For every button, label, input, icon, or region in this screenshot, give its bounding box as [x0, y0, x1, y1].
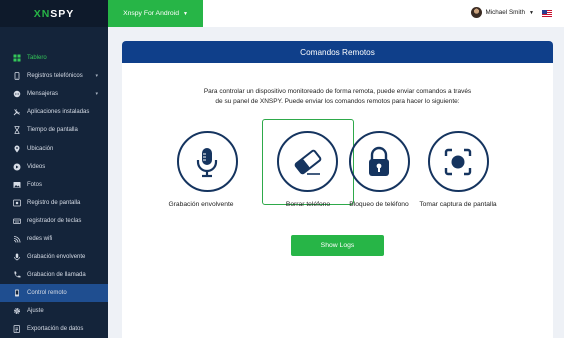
message-icon	[13, 90, 21, 98]
user-menu[interactable]: Michael Smith ▼	[470, 7, 534, 18]
sidebar-item-label: Videos	[27, 163, 46, 170]
user-name: Michael Smith	[485, 9, 526, 16]
sidebar-item-label: Fotos	[27, 181, 43, 188]
command-label: Grabación envolvente	[168, 201, 234, 208]
chevron-down-icon: ▼	[529, 9, 534, 16]
eraser-icon	[294, 149, 321, 175]
device-selector[interactable]: Xnspy For Android ▼	[108, 0, 203, 27]
brand-prefix: XN	[33, 7, 51, 20]
remote-commands-card: Comandos Remotos Para controlar un dispo…	[122, 41, 553, 338]
sidebar-item-label: redes wifi	[27, 235, 53, 242]
sidebar-item-label: registrador de teclas	[27, 217, 82, 224]
sidebar-item-tablero[interactable]: Tablero	[0, 49, 108, 67]
sidebar-item-label: Control remoto	[27, 290, 67, 297]
sidebar-item-label: Aplicaciones instaladas	[27, 109, 90, 116]
lock-icon	[369, 146, 389, 176]
page-title: Comandos Remotos	[300, 47, 375, 57]
sidebar-nav: Tablero Registros telefónicos ▾ Mensajeras ▾…	[0, 27, 108, 338]
command-ring	[348, 131, 410, 192]
sidebar-item-label: Mensajeras	[27, 91, 59, 98]
sidebar-item-label: Registro de pantalla	[27, 199, 81, 206]
sidebar-item-redes-wifi[interactable]: redes wifi	[0, 230, 108, 248]
intro-line-1: Para controlar un dispositivo monitoread…	[203, 88, 472, 95]
sidebar-item-label: Grabacion de llamada	[27, 272, 86, 279]
command-ring	[277, 131, 338, 192]
chevron-down-icon: ▼	[182, 10, 188, 17]
sidebar-item-mensajeras[interactable]: Mensajeras ▾	[0, 85, 108, 103]
sidebar: Tablero Registros telefónicos ▾ Mensajeras ▾…	[0, 27, 108, 338]
sidebar-item-label: Tiempo de pantalla	[27, 127, 78, 134]
device-selector-label: Xnspy For Android	[123, 10, 179, 17]
brand-suffix: SPY	[50, 7, 75, 20]
command-ambient-recording[interactable]	[161, 119, 253, 205]
microphone-icon	[196, 147, 218, 177]
command-ring	[176, 131, 238, 192]
brand-logo[interactable]: XN SPY	[0, 0, 108, 27]
intro-line-2: de su panel de XNSPY. Puede enviar los c…	[215, 97, 460, 105]
sidebar-item-control-remoto[interactable]: Control remoto	[0, 284, 108, 303]
card-header: Comandos Remotos	[122, 41, 553, 63]
command-screenshot[interactable]	[412, 119, 504, 205]
screenshot-icon	[444, 148, 472, 175]
top-bar: XN SPY Xnspy For Android ▼ Michael Smith …	[0, 0, 564, 27]
location-icon	[13, 145, 21, 153]
apps-icon	[13, 108, 21, 116]
sidebar-item-registrador-de-teclas[interactable]: registrador de teclas	[0, 212, 108, 230]
sidebar-item-exportacion-de-datos[interactable]: Exportación de datos	[0, 320, 108, 338]
sidebar-item-label: Ubicación	[27, 145, 54, 152]
chevron-down-icon: ▾	[95, 73, 98, 80]
sidebar-item-tiempo-de-pantalla[interactable]: Tiempo de pantalla	[0, 121, 108, 139]
command-ring	[427, 131, 489, 192]
screen-record-icon	[13, 199, 21, 207]
photo-icon	[13, 181, 21, 189]
sidebar-item-fotos[interactable]: Fotos	[0, 176, 108, 194]
sidebar-item-grabacion-de-llamada[interactable]: Grabacion de llamada	[0, 266, 108, 284]
sidebar-item-label: Tablero	[27, 55, 47, 62]
microphone-icon	[13, 253, 21, 261]
sidebar-item-registro-de-pantalla[interactable]: Registro de pantalla	[0, 194, 108, 212]
sidebar-item-aplicaciones-instaladas[interactable]: Aplicaciones instaladas	[0, 103, 108, 121]
export-icon	[13, 325, 21, 334]
sidebar-item-registros-telefonicos[interactable]: Registros telefónicos ▾	[0, 67, 108, 85]
hourglass-icon	[13, 126, 21, 135]
command-label: Tomar captura de pantalla	[419, 201, 497, 208]
sidebar-item-ubicacion[interactable]: Ubicación	[0, 139, 108, 157]
remote-control-icon	[13, 289, 21, 297]
sidebar-item-label: Exportación de datos	[27, 326, 84, 333]
intro-text: Para controlar un dispositivo monitoread…	[162, 87, 513, 106]
sidebar-item-grabacion-envolvente[interactable]: Grabación envolvente	[0, 248, 108, 266]
chevron-down-icon: ▾	[95, 91, 98, 98]
sidebar-item-label: Ajuste	[27, 308, 44, 315]
sidebar-item-ajuste[interactable]: Ajuste	[0, 302, 108, 320]
keyboard-icon	[13, 217, 21, 225]
command-label: Borrar teléfono	[285, 201, 331, 208]
sidebar-item-label: Registros telefónicos	[27, 73, 83, 80]
phone-icon	[13, 72, 21, 81]
wifi-icon	[13, 235, 21, 243]
us-flag-icon[interactable]	[542, 10, 552, 17]
show-logs-button[interactable]: Show Logs	[291, 235, 384, 256]
video-icon	[13, 163, 21, 171]
sidebar-item-videos[interactable]: Videos	[0, 158, 108, 176]
dashboard-icon	[13, 54, 21, 62]
sidebar-item-label: Grabación envolvente	[27, 254, 86, 261]
command-label: Bloqueo de teléfono	[349, 201, 409, 208]
avatar	[470, 7, 482, 18]
call-record-icon	[13, 271, 21, 279]
gear-icon	[13, 307, 21, 315]
